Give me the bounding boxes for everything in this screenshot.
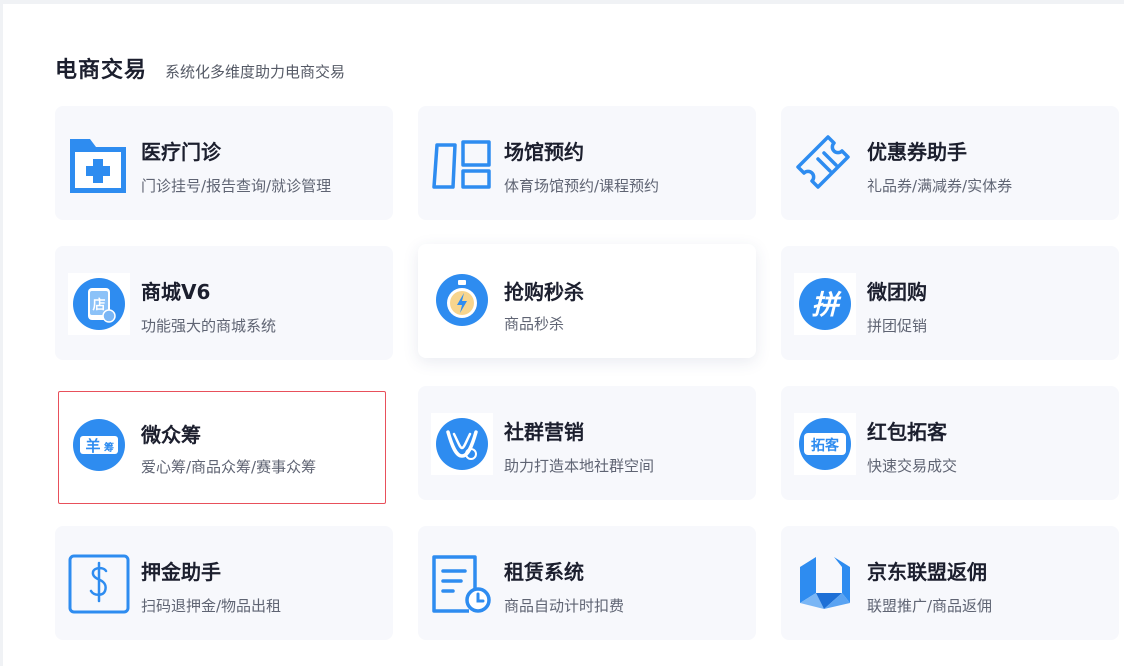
card-desc: 体育场馆预约/课程预约 <box>504 177 660 195</box>
card-desc: 商品自动计时扣费 <box>504 597 625 615</box>
section-subtitle: 系统化多维度助力电商交易 <box>165 63 346 81</box>
red-packet-tuoke-icon: 拓客 <box>794 413 856 475</box>
medical-folder-icon <box>68 133 130 195</box>
card-mall-v6[interactable]: 店 商城V6 功能强大的商城系统 <box>55 246 393 360</box>
card-name: 场馆预约 <box>504 140 584 164</box>
shop-char: 店 <box>92 297 105 313</box>
crowdfunding-yuan-icon: 羊 筹 <box>68 414 130 476</box>
card-flash-sale[interactable]: 抢购秒杀 商品秒杀 <box>418 244 756 358</box>
coupon-ticket-icon <box>794 133 856 195</box>
card-desc: 扫码退押金/物品出租 <box>141 597 282 615</box>
community-marketing-icon <box>431 413 493 475</box>
card-deposit-helper[interactable]: 押金助手 扫码退押金/物品出租 <box>55 526 393 640</box>
card-community-marketing[interactable]: 社群营销 助力打造本地社群空间 <box>418 386 756 500</box>
card-desc: 快速交易成交 <box>867 457 958 475</box>
card-desc: 门诊挂号/报告查询/就诊管理 <box>141 177 332 195</box>
card-name: 京东联盟返佣 <box>867 560 987 584</box>
card-name: 微众筹 <box>141 423 201 447</box>
venue-layout-icon <box>431 133 493 195</box>
card-micro-crowdfunding[interactable]: 羊 筹 微众筹 爱心筹/商品众筹/赛事众筹 <box>58 391 386 504</box>
chou-char: 筹 <box>104 441 114 454</box>
card-name: 抢购秒杀 <box>504 280 584 304</box>
card-venue-booking[interactable]: 场馆预约 体育场馆预约/课程预约 <box>418 106 756 220</box>
card-desc: 助力打造本地社群空间 <box>504 457 655 475</box>
card-lease-system[interactable]: 租赁系统 商品自动计时扣费 <box>418 526 756 640</box>
card-desc: 拼团促销 <box>867 317 928 335</box>
card-desc: 商品秒杀 <box>504 315 565 333</box>
card-coupon-helper[interactable]: 优惠券助手 礼品券/满减券/实体券 <box>781 106 1119 220</box>
section-header: 电商交易 系统化多维度助力电商交易 <box>55 52 345 84</box>
card-name: 社群营销 <box>504 420 584 444</box>
group-buy-char: 拼 <box>812 290 843 321</box>
group-buy-pin-icon: 拼 <box>794 273 856 335</box>
card-name: 商城V6 <box>141 280 211 304</box>
deposit-dollar-icon <box>68 553 130 615</box>
stopwatch-flash-icon <box>431 269 493 331</box>
tuoke-text: 拓客 <box>811 437 840 454</box>
yuan-char: 羊 <box>85 437 100 455</box>
card-name: 优惠券助手 <box>867 140 967 164</box>
card-desc: 礼品券/满减券/实体券 <box>867 177 1013 195</box>
card-name: 租赁系统 <box>504 560 584 584</box>
card-name: 医疗门诊 <box>141 140 221 164</box>
card-desc: 联盟推广/商品返佣 <box>867 597 993 615</box>
card-name: 红包拓客 <box>867 420 947 444</box>
card-jd-union-rebate[interactable]: 京东联盟返佣 联盟推广/商品返佣 <box>781 526 1119 640</box>
card-red-packet-tuoke[interactable]: 拓客 红包拓客 快速交易成交 <box>781 386 1119 500</box>
shop-phone-icon: 店 <box>68 273 130 335</box>
card-desc: 功能强大的商城系统 <box>141 317 277 335</box>
card-micro-group-buy[interactable]: 拼 微团购 拼团促销 <box>781 246 1119 360</box>
card-name: 微团购 <box>867 280 927 304</box>
section-title: 电商交易 <box>55 58 148 83</box>
card-desc: 爱心筹/商品众筹/赛事众筹 <box>141 458 317 476</box>
jd-union-logo-icon <box>794 553 856 615</box>
card-name: 押金助手 <box>141 560 221 584</box>
lease-document-clock-icon <box>431 553 493 615</box>
card-medical-clinic[interactable]: 医疗门诊 门诊挂号/报告查询/就诊管理 <box>55 106 393 220</box>
